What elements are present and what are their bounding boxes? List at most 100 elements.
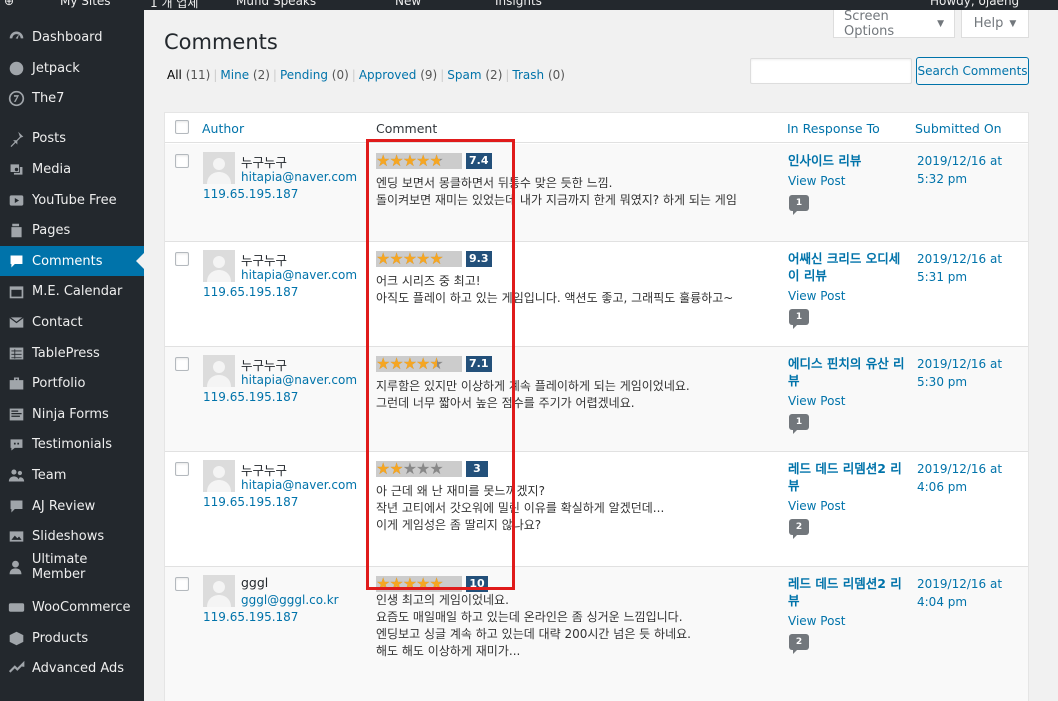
- filter-all[interactable]: All (11): [167, 68, 210, 82]
- comment-text: 아 근데 왜 난 재미를 못느끼겠지? 작년 고티에서 갓오워에 밀린 이유를 확…: [376, 483, 776, 534]
- comment-count-bubble[interactable]: 2: [789, 519, 809, 539]
- sidebar-item-label: Advanced Ads: [32, 660, 125, 676]
- sidebar-item-label: Slideshows: [32, 528, 105, 544]
- select-all-checkbox[interactable]: [175, 120, 189, 134]
- sidebar-item-m-e-calendar[interactable]: M.E. Calendar: [0, 276, 144, 306]
- view-post-link[interactable]: View Post: [788, 499, 845, 513]
- wordpress-logo-icon[interactable]: ⊕: [4, 0, 14, 8]
- sidebar-item-comments[interactable]: Comments: [0, 246, 144, 276]
- search-comments-input[interactable]: [750, 58, 912, 84]
- author-ip-link[interactable]: 119.65.195.187: [203, 390, 298, 404]
- search-comments-button[interactable]: Search Comments: [916, 57, 1029, 85]
- submitted-date-link[interactable]: 2019/12/16 at 5:31 pm: [917, 250, 1007, 286]
- post-title-link[interactable]: 레드 데드 리뎀션2 리뷰: [788, 575, 906, 609]
- admin-bar-site[interactable]: Mufid Speaks: [236, 0, 316, 8]
- author-ip-link[interactable]: 119.65.195.187: [203, 187, 298, 201]
- filter-count: (11): [185, 68, 211, 82]
- filter-approved[interactable]: Approved (9): [359, 68, 437, 82]
- row-checkbox[interactable]: [175, 154, 189, 168]
- sidebar-item-label: TablePress: [32, 345, 100, 361]
- comment-count-bubble[interactable]: 2: [789, 634, 809, 654]
- filter-spam[interactable]: Spam (2): [447, 68, 502, 82]
- filter-trash[interactable]: Trash (0): [512, 68, 565, 82]
- media-icon: [6, 159, 26, 179]
- column-submitted-on[interactable]: Submitted On: [915, 121, 1002, 136]
- sidebar-item-label: Ultimate Member: [31, 552, 88, 582]
- author-ip-link[interactable]: 119.65.195.187: [203, 495, 298, 509]
- sidebar-item-tablepress[interactable]: TablePress: [0, 338, 144, 368]
- filter-pending[interactable]: Pending (0): [280, 68, 349, 82]
- admin-bar-site-name[interactable]: 1 개 업체: [150, 0, 198, 10]
- row-checkbox[interactable]: [175, 357, 189, 371]
- column-comment: Comment: [376, 121, 438, 136]
- post-title-link[interactable]: 인사이드 리뷰: [788, 152, 906, 169]
- comment-count-bubble[interactable]: 1: [789, 414, 809, 434]
- column-author[interactable]: Author: [202, 121, 244, 136]
- view-post-link[interactable]: View Post: [788, 394, 845, 408]
- author-email-link[interactable]: hitapia@naver.com: [241, 268, 357, 282]
- row-checkbox[interactable]: [175, 252, 189, 266]
- jetpack-icon: [6, 58, 26, 78]
- sidebar-item-pages[interactable]: Pages: [0, 215, 144, 245]
- the7-icon: [6, 88, 26, 108]
- sidebar-item-portfolio[interactable]: Portfolio: [0, 368, 144, 398]
- sidebar-item-media[interactable]: Media: [0, 154, 144, 184]
- comments-table: Author Comment In Response To Submitted …: [164, 112, 1029, 701]
- view-post-link[interactable]: View Post: [788, 614, 845, 628]
- sidebar-item-ultimate-member[interactable]: Ultimate Member: [0, 552, 144, 582]
- row-checkbox[interactable]: [175, 462, 189, 476]
- star-rating: ★★★★★ ★★★★★ 10: [376, 575, 488, 592]
- view-post-link[interactable]: View Post: [788, 174, 845, 188]
- post-title-link[interactable]: 레드 데드 리뎀션2 리뷰: [788, 460, 906, 494]
- admin-bar-my-sites[interactable]: My Sites: [60, 0, 111, 8]
- filter-separator: |: [213, 68, 218, 82]
- sidebar-item-advanced-ads[interactable]: Advanced Ads: [0, 653, 144, 683]
- row-checkbox[interactable]: [175, 577, 189, 591]
- author-email-link[interactable]: hitapia@naver.com: [241, 478, 357, 492]
- sidebar-item-youtube-free[interactable]: YouTube Free: [0, 185, 144, 215]
- author-email-link[interactable]: gggl@gggl.co.kr: [241, 593, 339, 607]
- sidebar-item-ninja-forms[interactable]: Ninja Forms: [0, 399, 144, 429]
- filter-separator: |: [272, 68, 277, 82]
- sidebar-item-products[interactable]: Products: [0, 623, 144, 653]
- sidebar-item-posts[interactable]: Posts: [0, 123, 144, 153]
- screen-options-button[interactable]: Screen Options ▼: [833, 9, 955, 39]
- admin-bar-new[interactable]: New: [395, 0, 421, 8]
- sidebar-item-the7[interactable]: The7: [0, 83, 144, 113]
- post-title-link[interactable]: 어쌔신 크리드 오디세이 리뷰: [788, 250, 906, 284]
- pages-icon: [6, 220, 26, 240]
- submitted-date-link[interactable]: 2019/12/16 at 5:30 pm: [917, 355, 1007, 391]
- sidebar-item-aj-review[interactable]: AJ Review: [0, 491, 144, 521]
- status-filter-links: All (11) | Mine (2) | Pending (0) | Approved (…: [167, 68, 565, 82]
- sidebar-item-jetpack[interactable]: Jetpack: [0, 53, 144, 83]
- help-button[interactable]: Help ▼: [961, 10, 1029, 38]
- author-email-link[interactable]: hitapia@naver.com: [241, 373, 357, 387]
- filter-count: (0): [547, 68, 565, 82]
- admin-bar-insights[interactable]: Insights: [495, 0, 542, 8]
- filter-mine[interactable]: Mine (2): [220, 68, 270, 82]
- sidebar-item-label: The7: [32, 90, 65, 106]
- author-ip-link[interactable]: 119.65.195.187: [203, 285, 298, 299]
- admin-bar-account[interactable]: Howdy, ojaeng: [930, 0, 1019, 8]
- comment-count-bubble[interactable]: 1: [789, 195, 809, 215]
- author-ip-link[interactable]: 119.65.195.187: [203, 610, 298, 624]
- author-email-link[interactable]: hitapia@naver.com: [241, 170, 357, 184]
- sidebar-item-slideshows[interactable]: Slideshows: [0, 521, 144, 551]
- sidebar-item-dashboard[interactable]: Dashboard: [0, 22, 144, 52]
- sidebar-item-woocommerce[interactable]: WooCommerce: [0, 592, 144, 622]
- filter-label: Approved: [358, 68, 417, 82]
- submitted-date-link[interactable]: 2019/12/16 at 4:06 pm: [917, 460, 1007, 496]
- submitted-date-link[interactable]: 2019/12/16 at 5:32 pm: [917, 152, 1007, 188]
- filter-count: (2): [252, 68, 270, 82]
- rating-score-badge: 10: [466, 575, 488, 592]
- star-rating: ★★★★★ ★★★★★ 7.4: [376, 152, 492, 169]
- comment-count-bubble[interactable]: 1: [789, 309, 809, 329]
- view-post-link[interactable]: View Post: [788, 289, 845, 303]
- sidebar-item-testimonials[interactable]: Testimonials: [0, 429, 144, 459]
- post-title-link[interactable]: 에디스 핀치의 유산 리뷰: [788, 355, 906, 389]
- submitted-date-link[interactable]: 2019/12/16 at 4:04 pm: [917, 575, 1007, 611]
- main-content: Screen Options ▼ Help ▼ Comments All (11…: [144, 9, 1058, 701]
- sidebar-item-contact[interactable]: Contact: [0, 307, 144, 337]
- sidebar-item-team[interactable]: Team: [0, 460, 144, 490]
- column-in-response-to[interactable]: In Response To: [787, 121, 880, 136]
